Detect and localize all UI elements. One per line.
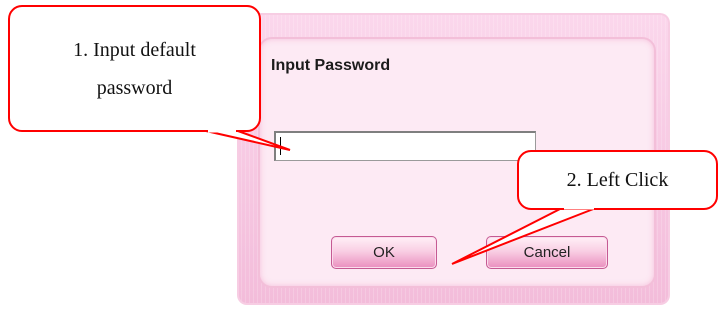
callout-tail-joins [208, 129, 594, 210]
